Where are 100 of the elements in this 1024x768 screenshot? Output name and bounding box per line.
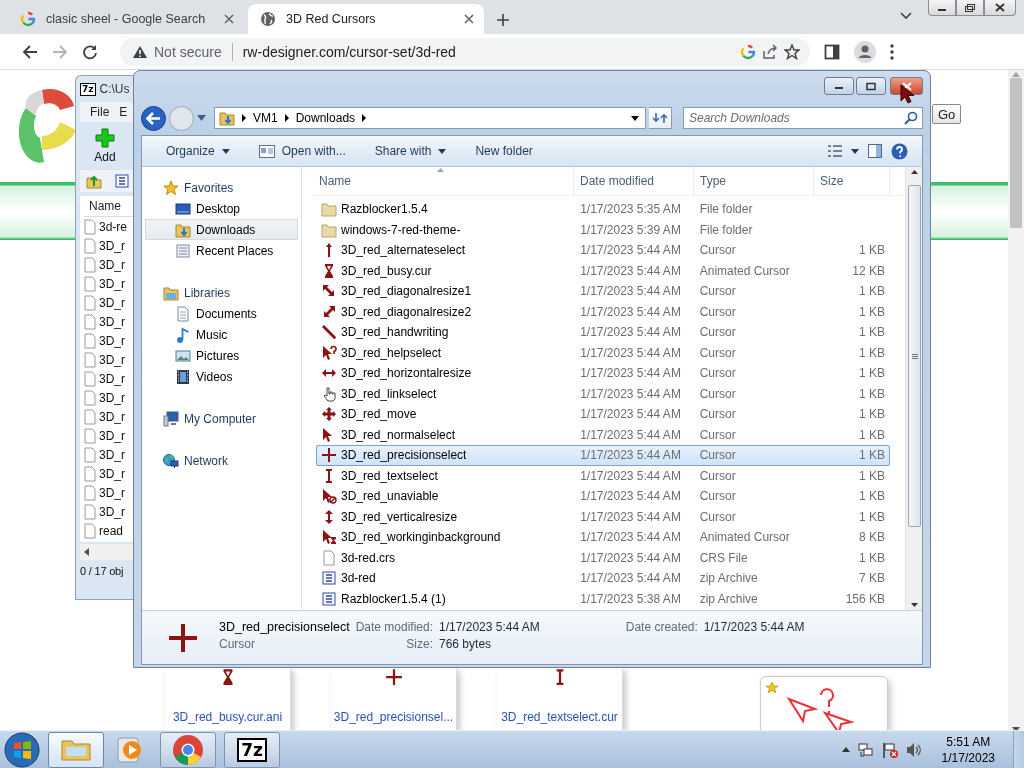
caret-icon[interactable] bbox=[851, 148, 859, 154]
file-name[interactable]: 3D_r bbox=[99, 428, 125, 443]
menu-item[interactable]: E bbox=[119, 105, 128, 119]
help-icon[interactable] bbox=[891, 142, 908, 160]
new-tab-icon[interactable] bbox=[496, 13, 510, 27]
file-link[interactable]: 3D_red_busy.cur.ani bbox=[172, 710, 283, 724]
file-row[interactable]: 3D_red_horizontalresize 1/17/2023 5:44 AM Cursor 1 KB bbox=[316, 363, 890, 384]
file-row[interactable]: 3D_red_textselect 1/17/2023 5:44 AM Cursor 1 KB bbox=[316, 465, 890, 486]
command-button[interactable]: Open with... bbox=[249, 141, 354, 161]
restore-icon[interactable] bbox=[963, 2, 977, 13]
nav-item[interactable]: Downloads bbox=[145, 219, 298, 240]
file-name[interactable]: 3D_r bbox=[99, 295, 125, 310]
taskbar-button[interactable]: 7z bbox=[224, 731, 280, 768]
show-hidden-icon[interactable] bbox=[841, 747, 850, 752]
address-bar[interactable]: Not secure rw-designer.com/cursor-set/3d-red bbox=[120, 38, 810, 66]
start-button[interactable] bbox=[4, 731, 40, 768]
command-button[interactable]: Organize bbox=[157, 141, 238, 161]
nav-item[interactable]: Favorites bbox=[145, 177, 298, 198]
file-row[interactable]: 3D_red_linkselect 1/17/2023 5:44 AM Cursor 1 KB bbox=[316, 383, 890, 404]
maximize-button[interactable] bbox=[856, 77, 886, 95]
file-row[interactable]: 3d-red 1/17/2023 5:44 AM zip Archive 7 KB bbox=[316, 568, 890, 589]
file-row[interactable]: Razblocker1.5.4 1/17/2023 5:35 AM File folder bbox=[316, 199, 890, 220]
file-row[interactable]: 3D_red_verticalresize 1/17/2023 5:44 AM Cursor 1 KB bbox=[316, 506, 890, 527]
file-link[interactable]: 3D_red_textselect.cur bbox=[501, 710, 618, 724]
file-row[interactable]: 3D_red_normalselect 1/17/2023 5:44 AM Cursor 1 KB bbox=[316, 424, 890, 445]
close-icon[interactable] bbox=[993, 2, 1007, 13]
nav-item[interactable]: Libraries bbox=[145, 282, 298, 303]
maximize-icon[interactable] bbox=[864, 81, 878, 91]
flag-icon[interactable] bbox=[881, 741, 898, 758]
back-button[interactable] bbox=[141, 105, 166, 131]
address-bar[interactable]: VM1 Downloads bbox=[214, 107, 647, 129]
add-button[interactable]: Add bbox=[88, 128, 122, 164]
volume-icon[interactable] bbox=[905, 741, 922, 758]
nav-item[interactable]: Documents bbox=[145, 303, 298, 324]
up-folder-icon[interactable] bbox=[86, 173, 102, 189]
file-name[interactable]: 3D_r bbox=[99, 333, 125, 348]
scroll-down-icon[interactable] bbox=[910, 603, 918, 607]
file-name[interactable]: 3D_r bbox=[99, 390, 125, 405]
browser-icon[interactable] bbox=[171, 732, 205, 767]
nav-item[interactable]: Network bbox=[145, 450, 298, 471]
back-icon[interactable] bbox=[22, 44, 38, 60]
file-row[interactable]: 3D_red_diagonalresize2 1/17/2023 5:44 AM Cursor 1 KB bbox=[316, 301, 890, 322]
clock-time[interactable]: 5:51 AM bbox=[946, 733, 991, 750]
close-icon[interactable] bbox=[464, 14, 474, 24]
scrollbar-thumb[interactable] bbox=[1010, 78, 1022, 228]
chevron-icon[interactable] bbox=[242, 114, 246, 122]
caret-icon[interactable] bbox=[900, 12, 912, 20]
file-name[interactable]: 3D_r bbox=[99, 352, 125, 367]
nav-item[interactable]: My Computer bbox=[145, 408, 298, 429]
file-name[interactable]: 3D_r bbox=[99, 257, 125, 272]
file-name[interactable]: 3D_r bbox=[99, 276, 125, 291]
nav-item[interactable]: Music bbox=[145, 324, 298, 345]
file-name[interactable]: 3d-re bbox=[99, 219, 127, 234]
file-link[interactable]: 3D_red_precisionsel... bbox=[333, 710, 454, 724]
menu-item[interactable]: File bbox=[90, 105, 110, 119]
file-name[interactable]: 3D_r bbox=[99, 314, 125, 329]
archive-icon[interactable] bbox=[114, 173, 130, 189]
breadcrumb-item[interactable]: Downloads bbox=[295, 111, 356, 125]
file-row[interactable]: 3D_red_alternateselect 1/17/2023 5:44 AM Cursor 1 KB bbox=[316, 240, 890, 261]
network-icon[interactable] bbox=[857, 741, 874, 758]
file-row[interactable]: 3D_red_diagonalresize1 1/17/2023 5:44 AM Cursor 1 KB bbox=[316, 281, 890, 302]
view-icon[interactable] bbox=[827, 144, 843, 158]
preview-pane-icon[interactable] bbox=[867, 143, 883, 159]
taskbar-button[interactable] bbox=[160, 731, 216, 768]
command-button[interactable]: New folder bbox=[466, 141, 541, 161]
nav-item[interactable]: Pictures bbox=[145, 345, 298, 366]
breadcrumb-item[interactable]: VM1 bbox=[253, 111, 278, 125]
caret-icon[interactable] bbox=[631, 115, 640, 121]
star-icon[interactable] bbox=[784, 44, 800, 60]
scroll-left-icon[interactable] bbox=[84, 548, 89, 556]
nav-item[interactable]: Recent Places bbox=[145, 240, 298, 261]
column-header[interactable]: Size bbox=[814, 167, 890, 195]
file-name[interactable]: 3D_r bbox=[99, 485, 125, 500]
file-name[interactable]: 3D_r bbox=[99, 447, 125, 462]
search-icon[interactable] bbox=[904, 111, 918, 125]
file-row[interactable]: windows-7-red-theme- 1/17/2023 5:39 AM File folder bbox=[316, 219, 890, 240]
go-button[interactable]: Go bbox=[932, 104, 962, 124]
file-row[interactable]: 3D_red_workinginbackground 1/17/2023 5:44 AM Animated Cursor 8 KB bbox=[316, 527, 890, 548]
file-row[interactable]: 3D_red_precisionselect 1/17/2023 5:44 AM Cursor 1 KB bbox=[316, 445, 890, 466]
chevron-icon[interactable] bbox=[362, 114, 367, 122]
scrollbar[interactable] bbox=[905, 167, 922, 610]
taskbar-button[interactable] bbox=[48, 731, 104, 768]
nav-item[interactable]: Desktop bbox=[145, 198, 298, 219]
file-name[interactable]: 3D_r bbox=[99, 409, 125, 424]
file-name[interactable]: 3D_r bbox=[99, 371, 125, 386]
column-header[interactable]: Type bbox=[694, 167, 814, 195]
clock-date[interactable]: 1/17/2023 bbox=[941, 749, 995, 766]
file-name[interactable]: 3D_r bbox=[99, 466, 125, 481]
scrollbar[interactable] bbox=[80, 544, 133, 560]
scrollbar[interactable] bbox=[1008, 70, 1024, 730]
file-name[interactable]: 3D_r bbox=[99, 238, 125, 253]
reload-icon[interactable] bbox=[82, 44, 98, 60]
browser-tab[interactable]: clasic sheel - Google Search bbox=[8, 4, 244, 34]
scroll-up-icon[interactable] bbox=[910, 170, 918, 174]
nav-item[interactable]: Videos bbox=[145, 366, 298, 387]
close-button[interactable] bbox=[984, 0, 1016, 16]
file-row[interactable]: Razblocker1.5.4 (1) 1/17/2023 5:38 AM zip Archive 156 KB bbox=[316, 588, 890, 609]
minimize-button[interactable] bbox=[928, 0, 956, 16]
search-field[interactable]: Search Downloads bbox=[683, 107, 923, 129]
scrollbar-thumb[interactable] bbox=[908, 185, 921, 527]
